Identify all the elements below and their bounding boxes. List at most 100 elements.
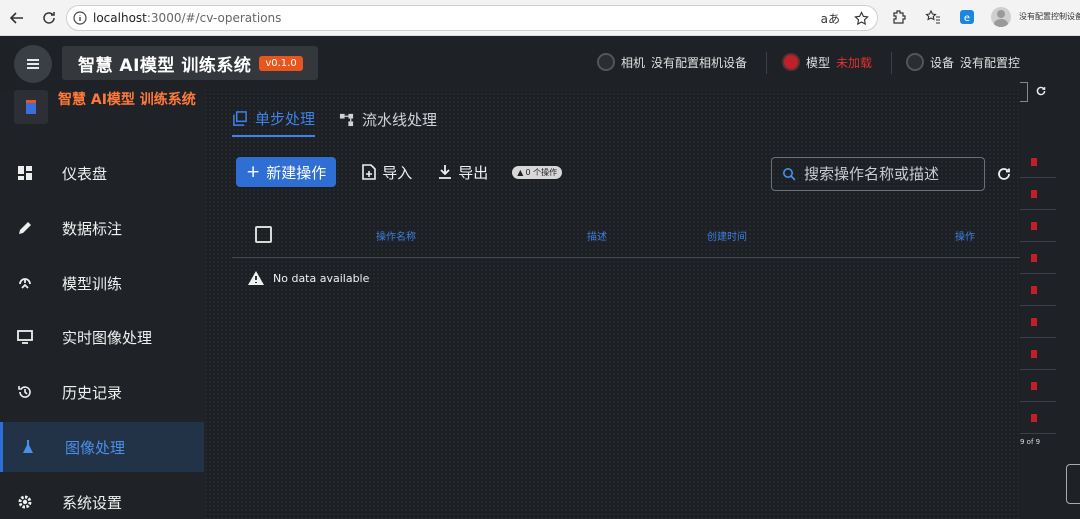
download-icon: [439, 165, 452, 179]
gear-icon: [16, 493, 34, 511]
tab-bar: 单步处理 流水线处理: [232, 108, 437, 137]
tab-single-step[interactable]: 单步处理: [232, 108, 316, 137]
background-row: [1020, 306, 1056, 338]
pencil-icon: [16, 219, 34, 237]
device-status: 设备 没有配置控: [906, 53, 1020, 71]
background-row: [1020, 146, 1056, 178]
model-value: 未加载: [836, 55, 873, 70]
sidebar-item-dashboard[interactable]: 仪表盘: [0, 148, 204, 198]
favorite-star-icon[interactable]: [854, 11, 869, 26]
sidebar-item-label: 图像处理: [65, 438, 126, 457]
training-icon: [16, 274, 34, 292]
app-logo: [14, 90, 48, 124]
background-window-text: 没有配置控制设备: [1019, 12, 1080, 21]
app-title: 智慧 AI模型 训练系统: [78, 55, 252, 76]
background-row: [1020, 338, 1056, 370]
brand-text: 智慧 AI模型 训练系统: [58, 92, 196, 108]
background-pagination: 9 of 9: [1020, 438, 1041, 446]
sidebar-item-label: 实时图像处理: [62, 328, 153, 347]
device-value: 没有配置控: [960, 55, 1020, 70]
app-header: 智慧 AI模型 训练系统 v0.1.0 相机 没有配置相机设备 模型 未加载 设…: [0, 36, 1020, 90]
app-window: 智慧 AI模型 训练系统 v0.1.0 相机 没有配置相机设备 模型 未加载 设…: [0, 36, 1020, 519]
background-row: [1020, 178, 1056, 210]
warning-icon: [248, 271, 264, 285]
back-icon[interactable]: [2, 3, 32, 33]
background-row: [1020, 370, 1056, 402]
sidebar-item-label: 数据标注: [62, 219, 123, 238]
empty-text: No data available: [273, 271, 370, 285]
edge-ie-mode-icon[interactable]: e: [956, 6, 978, 28]
device-status-indicator: [906, 53, 924, 71]
dashboard-icon: [16, 164, 34, 182]
refresh-button[interactable]: [995, 165, 1013, 183]
history-icon: [16, 383, 34, 401]
table-header: 操作名称 描述 创建时间 操作: [232, 210, 1020, 258]
app-title-box: 智慧 AI模型 训练系统 v0.1.0: [62, 46, 318, 80]
favorites-icon[interactable]: [922, 6, 944, 28]
export-button[interactable]: 导出: [438, 162, 488, 183]
sidebar-item-settings[interactable]: 系统设置: [0, 477, 204, 519]
sidebar-item-image-processing[interactable]: 图像处理: [0, 422, 204, 472]
person-icon: ▲: [517, 167, 524, 177]
tab-label: 单步处理: [255, 110, 316, 128]
sidebar-item-realtime[interactable]: 实时图像处理: [0, 312, 204, 362]
toolbar: + 新建操作 导入 导出 ▲ 0 个操作: [236, 157, 563, 187]
refresh-icon: [1036, 86, 1046, 96]
plus-icon: +: [246, 162, 261, 182]
search-input[interactable]: [804, 165, 974, 183]
sidebar-item-label: 历史记录: [62, 383, 123, 402]
sidebar-item-label: 模型训练: [62, 274, 123, 293]
camera-status-indicator: [597, 53, 615, 71]
search-icon: [783, 168, 796, 181]
sidebar-item-label: 仪表盘: [62, 164, 108, 183]
copy-icon: [233, 111, 247, 126]
model-status-indicator: [782, 53, 800, 71]
background-window: 9 of 9: [1020, 36, 1080, 519]
search-box[interactable]: [771, 157, 985, 191]
sidebar: 智慧 AI模型 训练系统 仪表盘 数据标注 模型训练 实时图像处理 历史记录 图…: [0, 90, 205, 519]
sidebar-item-label: 系统设置: [62, 493, 123, 512]
import-button[interactable]: 导入: [362, 162, 412, 183]
camera-label: 相机: [621, 55, 646, 70]
tab-label: 流水线处理: [362, 111, 438, 129]
pipeline-icon: [339, 113, 354, 127]
sidebar-item-training[interactable]: 模型训练: [0, 258, 204, 308]
new-operation-button[interactable]: + 新建操作: [236, 157, 337, 187]
info-icon[interactable]: [67, 11, 93, 25]
version-badge: v0.1.0: [259, 55, 303, 71]
select-all-checkbox[interactable]: [255, 226, 272, 243]
sidebar-brand: 智慧 AI模型 训练系统: [14, 90, 198, 138]
browser-toolbar: localhost:3000/#/cv-operations aあ e 没有配置…: [0, 0, 1080, 36]
file-import-icon: [362, 164, 377, 180]
tab-pipeline[interactable]: 流水线处理: [339, 108, 437, 137]
empty-state: No data available: [247, 270, 369, 286]
address-bar[interactable]: localhost:3000/#/cv-operations aあ: [66, 5, 878, 31]
column-header-created-time[interactable]: 创建时间: [707, 228, 747, 243]
background-row: [1020, 210, 1056, 242]
operation-count-badge: ▲ 0 个操作: [512, 165, 563, 179]
background-row: [1020, 274, 1056, 306]
sidebar-item-history[interactable]: 历史记录: [0, 367, 204, 417]
background-card: [1066, 464, 1080, 504]
divider: [891, 52, 892, 74]
column-header-name[interactable]: 操作名称: [376, 228, 416, 243]
main-content: 单步处理 流水线处理 + 新建操作 导入 导出 ▲ 0 个操作 搜索操作名称或描…: [205, 90, 1020, 519]
extensions-icon[interactable]: [888, 6, 910, 28]
flask-icon: [19, 438, 37, 456]
monitor-icon: [16, 328, 34, 346]
camera-status: 相机 没有配置相机设备: [597, 53, 747, 71]
camera-value: 没有配置相机设备: [651, 55, 748, 70]
column-header-description[interactable]: 描述: [587, 228, 607, 243]
svg-text:e: e: [964, 13, 970, 24]
background-row: [1020, 402, 1056, 434]
model-status: 模型 未加载: [782, 53, 872, 71]
sidebar-item-annotation[interactable]: 数据标注: [0, 203, 204, 253]
reload-icon[interactable]: [34, 3, 64, 33]
device-label: 设备: [930, 55, 955, 70]
menu-toggle-button[interactable]: [14, 45, 52, 83]
profile-avatar[interactable]: [990, 6, 1012, 28]
url-text: localhost:3000/#/cv-operations: [93, 11, 282, 25]
divider: [766, 52, 767, 74]
read-aloud-icon[interactable]: aあ: [821, 10, 840, 27]
column-header-actions[interactable]: 操作: [955, 228, 975, 243]
